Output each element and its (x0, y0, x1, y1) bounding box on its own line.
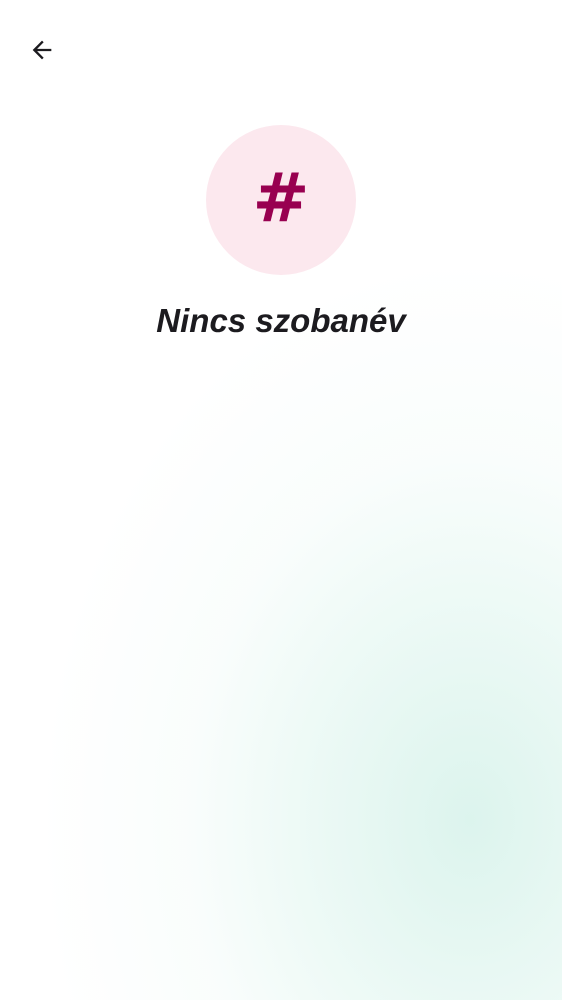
hashtag-icon: # (252, 159, 310, 238)
room-name: Nincs szobanév (156, 302, 406, 339)
back-button[interactable] (20, 28, 64, 72)
arrow-left-icon (32, 40, 52, 60)
room-avatar: # (206, 125, 356, 275)
